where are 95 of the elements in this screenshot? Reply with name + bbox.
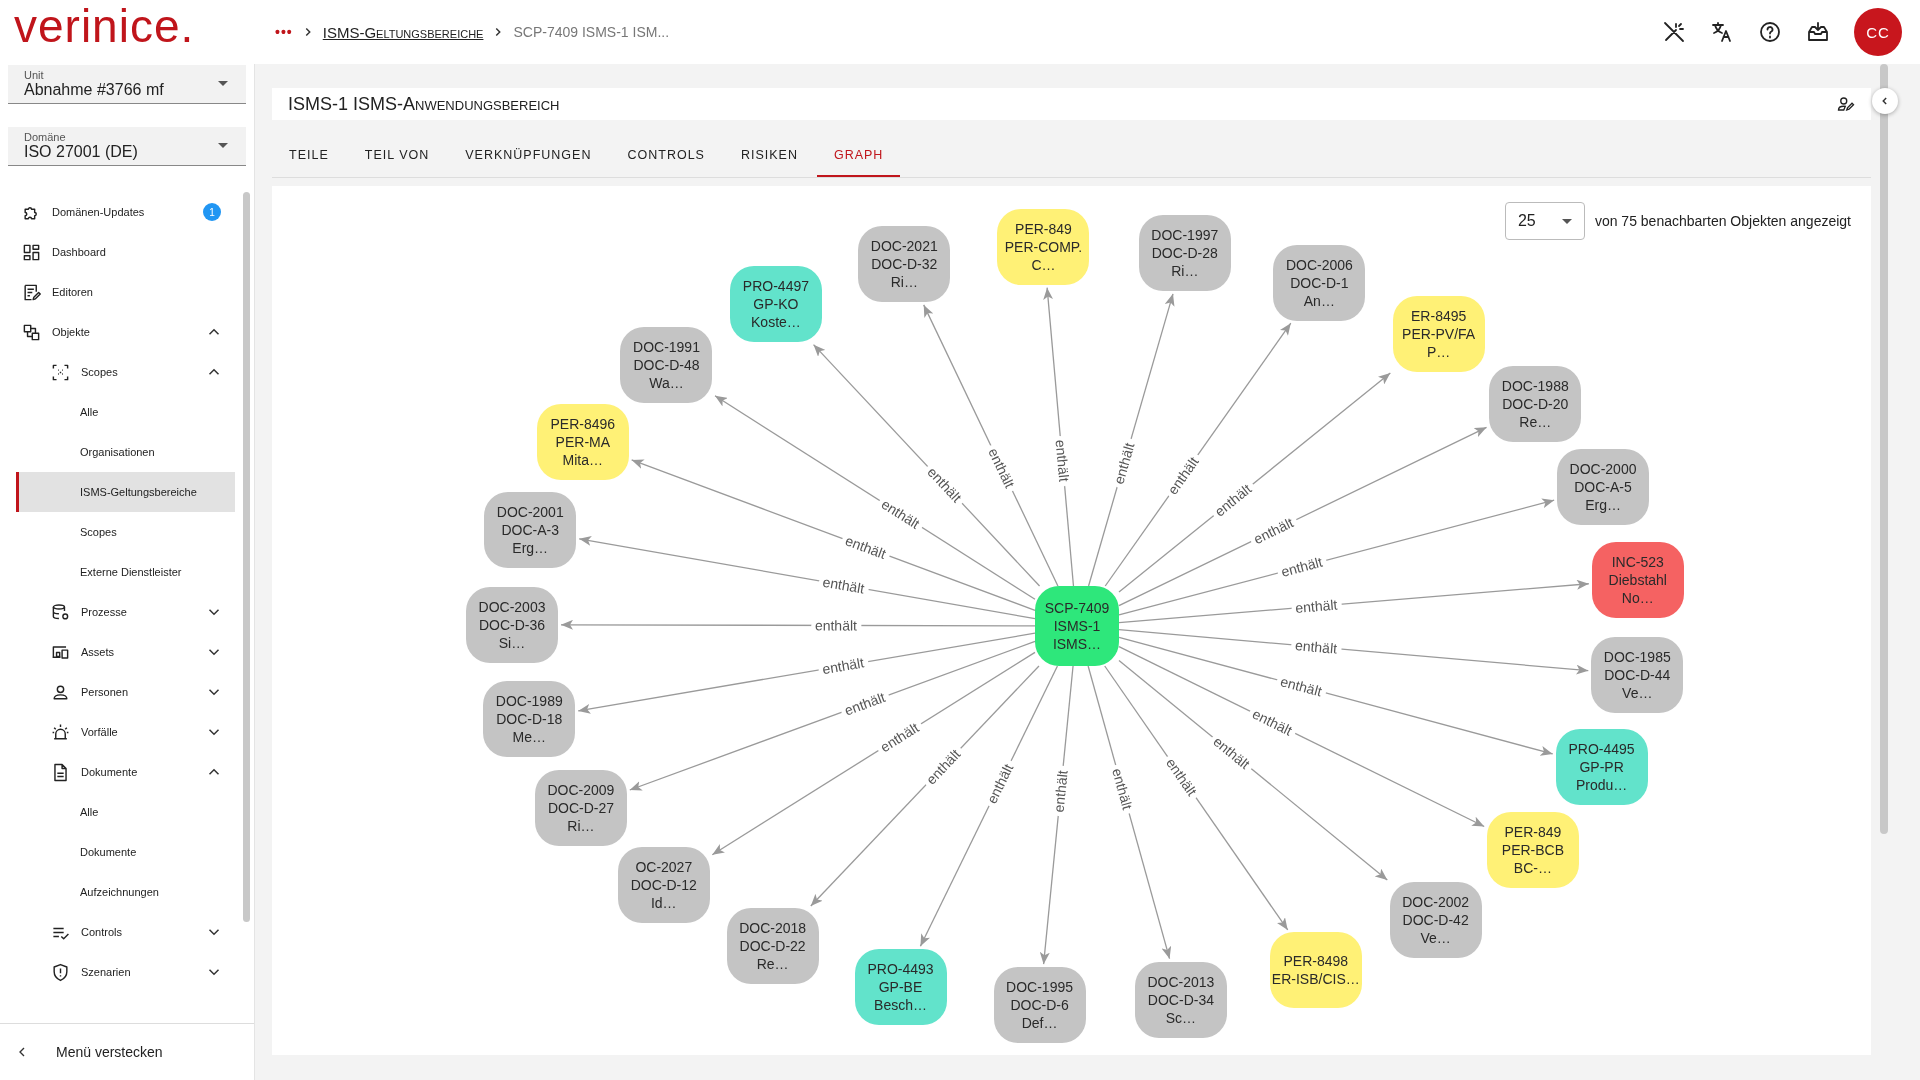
dropdown-caret-icon	[218, 143, 228, 148]
database-gear-icon	[51, 602, 70, 622]
dropdown-caret-icon	[1561, 218, 1572, 224]
person-edit-icon[interactable]	[1837, 95, 1855, 113]
graph-node[interactable]: DOC-1997 DOC-D-28 Ri…	[1138, 214, 1231, 291]
dropdown-caret-icon	[218, 81, 228, 86]
document-icon	[51, 762, 70, 782]
count-badge: 1	[203, 203, 221, 221]
hierarchy-icon	[22, 322, 41, 342]
help-icon[interactable]	[1758, 20, 1782, 44]
nav-item[interactable]: Alle	[16, 792, 235, 832]
edge-label: enthält	[1278, 673, 1324, 700]
tab[interactable]: GRAPH	[816, 135, 901, 177]
hide-menu-button[interactable]: Menü verstecken	[0, 1023, 254, 1080]
more-button[interactable]: •••	[275, 24, 293, 40]
nav-item[interactable]: ISMS-Geltungsbereiche	[16, 472, 235, 512]
edge-label: enthält	[1052, 439, 1073, 483]
tray-icon[interactable]	[1806, 20, 1830, 44]
graph-node[interactable]: PRO-4497 GP-KO Koste…	[729, 266, 822, 343]
nav-item[interactable]: Dashboard	[16, 232, 235, 272]
graph-node[interactable]: DOC-2000 DOC-A-5 Erg…	[1557, 449, 1650, 526]
graph-node[interactable]: DOC-2001 DOC-A-3 Erg…	[484, 492, 577, 569]
nav-item[interactable]: Scopes	[16, 512, 235, 552]
user-avatar[interactable]: CC	[1854, 8, 1902, 56]
tab[interactable]: TEILE	[272, 135, 346, 177]
shield-icon	[51, 962, 70, 982]
edge-label: enthält	[1050, 769, 1071, 813]
nav-item[interactable]: Scopes	[16, 352, 235, 392]
nav-item[interactable]: Personen	[16, 672, 235, 712]
alarm-light-icon	[51, 722, 70, 742]
graph-node[interactable]: DOC-2018 DOC-D-22 Re…	[726, 908, 819, 985]
nav-item[interactable]: Objekte	[16, 312, 235, 352]
edge-label: enthält	[821, 573, 866, 597]
nav-item[interactable]: Prozesse	[16, 592, 235, 632]
domain-select[interactable]: Domäne ISO 27001 (DE)	[8, 127, 246, 166]
graph-node[interactable]: PER-8496 PER-MA Mita…	[536, 403, 629, 480]
nav-item[interactable]: Vorfälle	[16, 712, 235, 752]
graph-node[interactable]: PRO-4493 GP-BE Besch…	[854, 949, 947, 1025]
graph-node[interactable]: PRO-4495 GP-PR Produ…	[1555, 729, 1648, 806]
edge-label: enthält	[821, 654, 866, 678]
scrollbar[interactable]	[1880, 64, 1888, 834]
scrollbar[interactable]	[243, 192, 250, 922]
nav-item[interactable]: Externe Dienstleister	[16, 552, 235, 592]
edge-label: enthält	[1294, 637, 1338, 657]
graph-node[interactable]: PER-8498 ER-ISB/CIS…	[1269, 932, 1362, 1009]
edge-label: enthält	[1110, 440, 1138, 486]
nav-item[interactable]: Alle	[16, 392, 235, 432]
nav-item[interactable]: Dokumente	[16, 832, 235, 872]
graph-node[interactable]: DOC-2021 DOC-D-32 Ri…	[858, 226, 951, 303]
edge-label: enthält	[1294, 596, 1338, 616]
edge-label: enthält	[842, 689, 888, 719]
graph-node[interactable]: OC-2027 DOC-D-12 Id…	[617, 847, 710, 924]
limit-select[interactable]: 25	[1504, 202, 1585, 240]
breadcrumb-current: SCP-7409 ISMS-1 ISM...	[513, 24, 670, 40]
tab[interactable]: TEIL VON	[347, 135, 447, 177]
graph-node[interactable]: DOC-2006 DOC-D-1 An…	[1273, 244, 1366, 321]
edge-label: enthält	[1109, 766, 1136, 812]
nav-item[interactable]: Szenarien	[16, 952, 235, 992]
person-icon	[51, 682, 70, 702]
graph-node[interactable]: DOC-2013 DOC-D-34 Sc…	[1134, 961, 1227, 1038]
graph-node[interactable]: DOC-1989 DOC-D-18 Me…	[483, 681, 576, 758]
graph-node[interactable]: DOC-1991 DOC-D-48 Wa…	[620, 326, 713, 403]
logo[interactable]: verinice.	[0, 3, 255, 49]
graph-node[interactable]: DOC-1985 DOC-D-44 Ve…	[1591, 636, 1684, 713]
dashboard-icon	[22, 242, 41, 262]
breadcrumb-link[interactable]: ISMS-Geltungsbereiche	[322, 23, 484, 41]
nav-item[interactable]: Assets	[16, 632, 235, 672]
graph-node[interactable]: ER-8495 PER-PV/FA P…	[1392, 296, 1485, 373]
edge-label: enthält	[843, 532, 889, 563]
tab[interactable]: VERKNÜPFUNGEN	[448, 135, 609, 177]
translate-icon[interactable]	[1710, 20, 1734, 44]
nav-item[interactable]: Organisationen	[16, 432, 235, 472]
graph-node[interactable]: DOC-2002 DOC-D-42 Ve…	[1389, 881, 1482, 958]
nav-item[interactable]: Editoren	[16, 272, 235, 312]
graph-node[interactable]: DOC-2003 DOC-D-36 Si…	[466, 586, 558, 663]
limit-note: von 75 benachbarten Objekten angezeigt	[1594, 213, 1851, 229]
nav-item[interactable]: Controls	[16, 912, 235, 952]
nav-item[interactable]: Dokumente	[16, 752, 235, 792]
tab[interactable]: RISIKEN	[723, 135, 815, 177]
graph-node[interactable]: PER-849 PER-BCB BC-…	[1486, 812, 1579, 889]
tab[interactable]: CONTROLS	[610, 135, 722, 177]
graph-node[interactable]: INC-523 Diebstahl No…	[1591, 541, 1684, 618]
edit-document-icon	[22, 282, 41, 302]
nav-item[interactable]: Aufzeichnungen	[16, 872, 235, 912]
graph-node[interactable]: PER-849 PER-COMP. C…	[997, 208, 1090, 285]
scope-icon	[51, 362, 70, 382]
graph-node[interactable]: DOC-1995 DOC-D-6 Def…	[993, 967, 1086, 1044]
nav-item[interactable]: Domänen-Updates 1	[16, 192, 235, 232]
graph-node[interactable]: DOC-1988 DOC-D-20 Re…	[1489, 365, 1582, 442]
wand-slash-icon[interactable]	[1662, 20, 1686, 44]
graph-node[interactable]: DOC-2009 DOC-D-27 Ri…	[534, 769, 627, 846]
unit-select[interactable]: Unit Abnahme #3766 mf	[8, 65, 246, 104]
edge-label: enthält	[1279, 553, 1325, 580]
graph-node[interactable]: SCP-7409 ISMS-1 ISMS…	[1035, 586, 1119, 666]
page-title: ISMS-1 ISMS-Anwendungsbereich	[288, 93, 560, 115]
